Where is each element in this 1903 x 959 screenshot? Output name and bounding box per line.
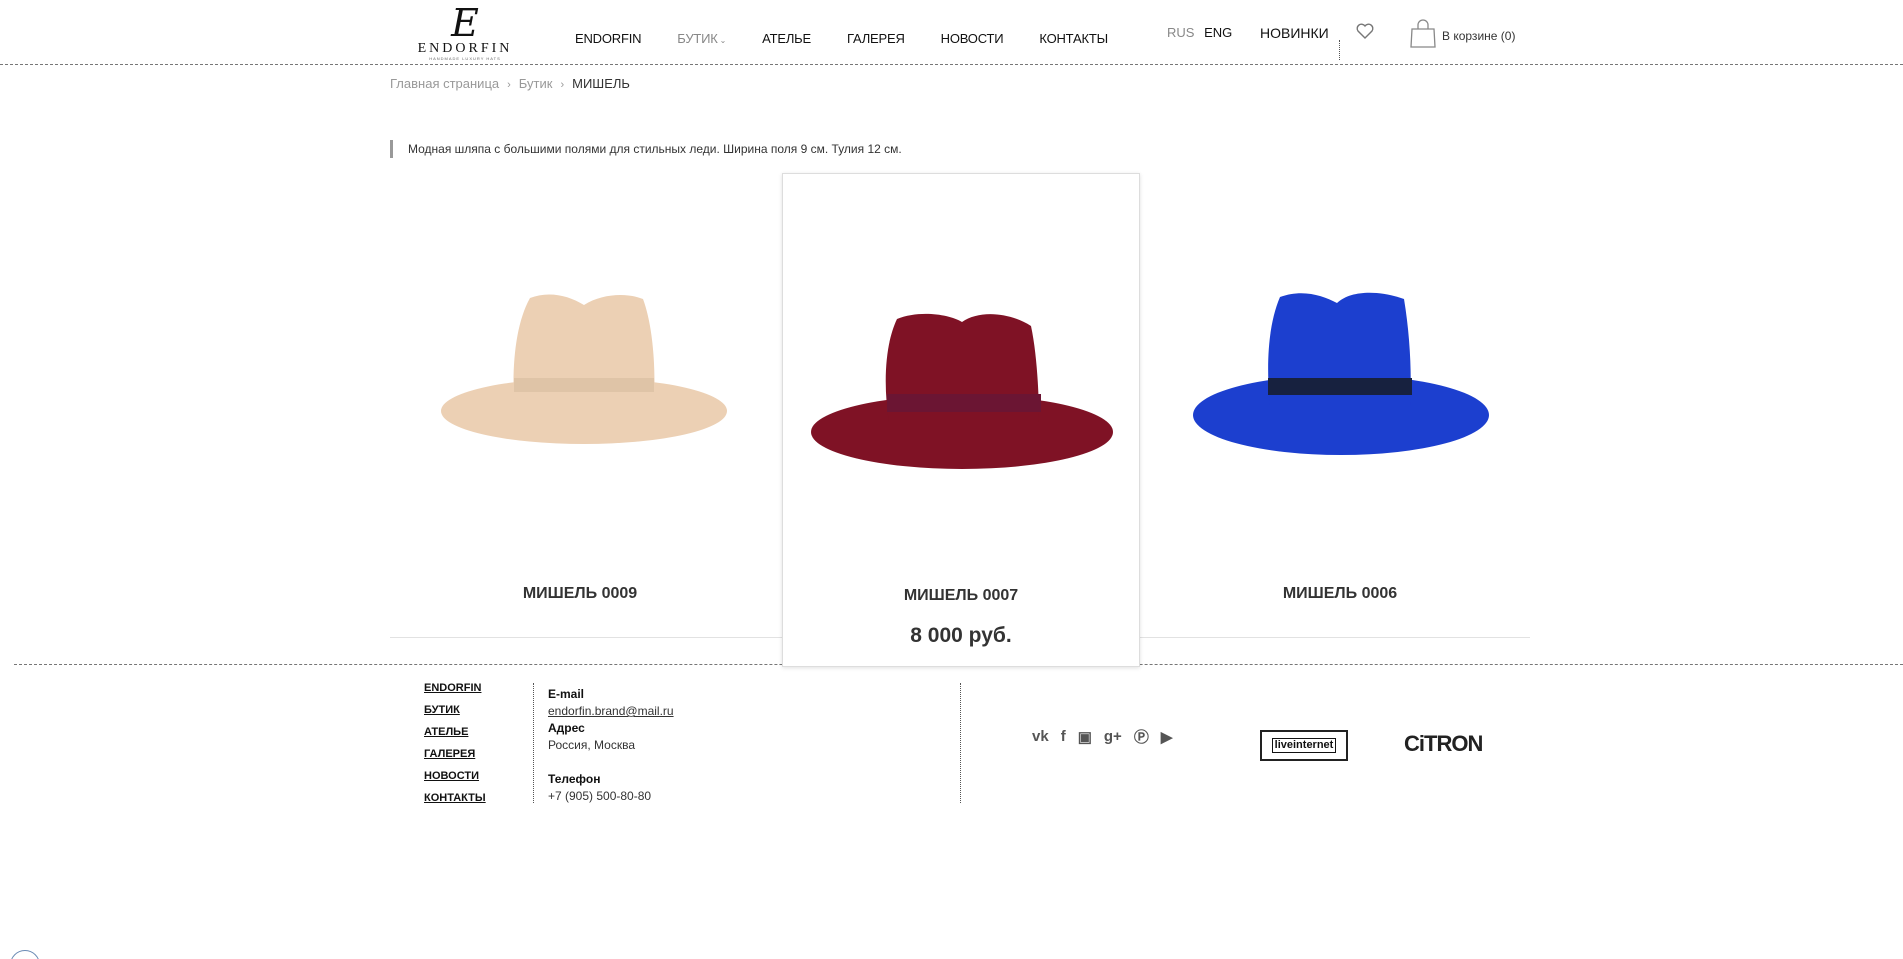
footer-divider <box>960 683 961 803</box>
citron-logo[interactable]: CiTRON <box>1404 731 1483 757</box>
product-image[interactable] <box>438 283 730 453</box>
phone-value: +7 (905) 500-80-80 <box>548 789 652 803</box>
social-links: vk f ▣ g+ Ⓟ ▶ <box>1032 726 1172 747</box>
footer-nav-news[interactable]: НОВОСТИ <box>424 770 486 782</box>
email-label: E-mail <box>548 687 585 701</box>
address-label: Адрес <box>548 721 585 735</box>
cart-label: В корзине (0) <box>1442 29 1516 43</box>
product-price: 8 000 руб. <box>910 624 1012 647</box>
instagram-icon[interactable]: ▣ <box>1078 728 1092 746</box>
footer-nav-contacts[interactable]: КОНТАКТЫ <box>424 792 486 804</box>
product-description: Модная шляпа с большими полями для стиль… <box>390 140 902 158</box>
nav-endorfin[interactable]: ENDORFIN <box>575 31 641 46</box>
lang-rus[interactable]: RUS <box>1167 25 1194 40</box>
footer-nav-butik[interactable]: БУТИК <box>424 704 486 716</box>
header: E ENDORFIN HANDMADE LUXURY HATS ENDORFIN… <box>0 0 1903 65</box>
cart-button[interactable]: В корзине (0) <box>1408 19 1515 49</box>
nav-gallery[interactable]: ГАЛЕРЕЯ <box>847 31 905 46</box>
phone-label: Телефон <box>548 772 601 786</box>
footer-nav: ENDORFIN БУТИК АТЕЛЬЕ ГАЛЕРЕЯ НОВОСТИ КО… <box>424 682 486 814</box>
product-name[interactable]: МИШЕЛЬ 0006 <box>1150 585 1530 603</box>
logo-mark: E <box>451 1 479 45</box>
logo[interactable]: E ENDORFIN HANDMADE LUXURY HATS <box>402 4 528 62</box>
nav-novinki[interactable]: НОВИНКИ <box>1260 25 1329 41</box>
footer-nav-atelier[interactable]: АТЕЛЬЕ <box>424 726 486 738</box>
google-plus-icon[interactable]: g+ <box>1104 728 1122 745</box>
product-name[interactable]: МИШЕЛЬ 0009 <box>390 585 770 603</box>
nav-butik[interactable]: БУТИК ⌄ <box>677 31 726 46</box>
liveinternet-counter[interactable]: liveinternet <box>1260 730 1348 761</box>
logo-text: ENDORFIN <box>417 41 513 56</box>
logo-subtitle: HANDMADE LUXURY HATS <box>429 56 501 60</box>
product-name[interactable]: МИШЕЛЬ 0007 <box>783 587 1139 605</box>
email-link[interactable]: endorfin.brand@mail.ru <box>548 704 674 718</box>
breadcrumb-separator: › <box>560 79 565 91</box>
vk-icon[interactable]: vk <box>1032 728 1049 745</box>
language-switcher: RUS ENG <box>1167 25 1232 40</box>
divider <box>1339 40 1340 60</box>
breadcrumb-separator: › <box>507 79 511 91</box>
footer-divider <box>533 683 534 803</box>
footer-nav-endorfin[interactable]: ENDORFIN <box>424 682 486 694</box>
corner-widget-icon[interactable] <box>10 950 40 959</box>
shopping-bag-icon <box>1410 19 1436 48</box>
youtube-icon[interactable]: ▶ <box>1161 728 1173 746</box>
product-image[interactable] <box>1192 285 1490 460</box>
liveinternet-label: liveinternet <box>1271 738 1337 753</box>
breadcrumb: Главная страница › Бутик › МИШЕЛЬ <box>390 76 630 91</box>
breadcrumb-section[interactable]: Бутик <box>519 76 553 91</box>
footer-nav-gallery[interactable]: ГАЛЕРЕЯ <box>424 748 486 760</box>
address-value: Россия, Москва <box>548 738 635 752</box>
pinterest-icon[interactable]: Ⓟ <box>1134 726 1149 747</box>
lang-eng[interactable]: ENG <box>1204 25 1232 40</box>
nav-contacts[interactable]: КОНТАКТЫ <box>1039 31 1108 46</box>
heart-icon[interactable] <box>1355 22 1375 40</box>
facebook-icon[interactable]: f <box>1061 728 1066 745</box>
main-nav: ENDORFIN БУТИК ⌄ АТЕЛЬЕ ГАЛЕРЕЯ НОВОСТИ К… <box>575 31 1144 46</box>
nav-butik-label: БУТИК <box>677 31 718 46</box>
breadcrumb-home[interactable]: Главная страница <box>390 76 499 91</box>
chevron-down-icon: ⌄ <box>719 36 727 45</box>
product-card[interactable]: МИШЕЛЬ 0009 <box>390 175 770 635</box>
nav-news[interactable]: НОВОСТИ <box>941 31 1004 46</box>
footer-contacts: E-mail endorfin.brand@mail.ru Адрес Росс… <box>548 686 674 805</box>
nav-atelier[interactable]: АТЕЛЬЕ <box>762 31 811 46</box>
product-card-hover[interactable]: МИШЕЛЬ 0007 8 000 руб. <box>782 173 1140 667</box>
product-image[interactable] <box>809 304 1115 474</box>
product-card[interactable]: МИШЕЛЬ 0006 <box>1150 175 1530 635</box>
breadcrumb-current: МИШЕЛЬ <box>572 76 630 91</box>
